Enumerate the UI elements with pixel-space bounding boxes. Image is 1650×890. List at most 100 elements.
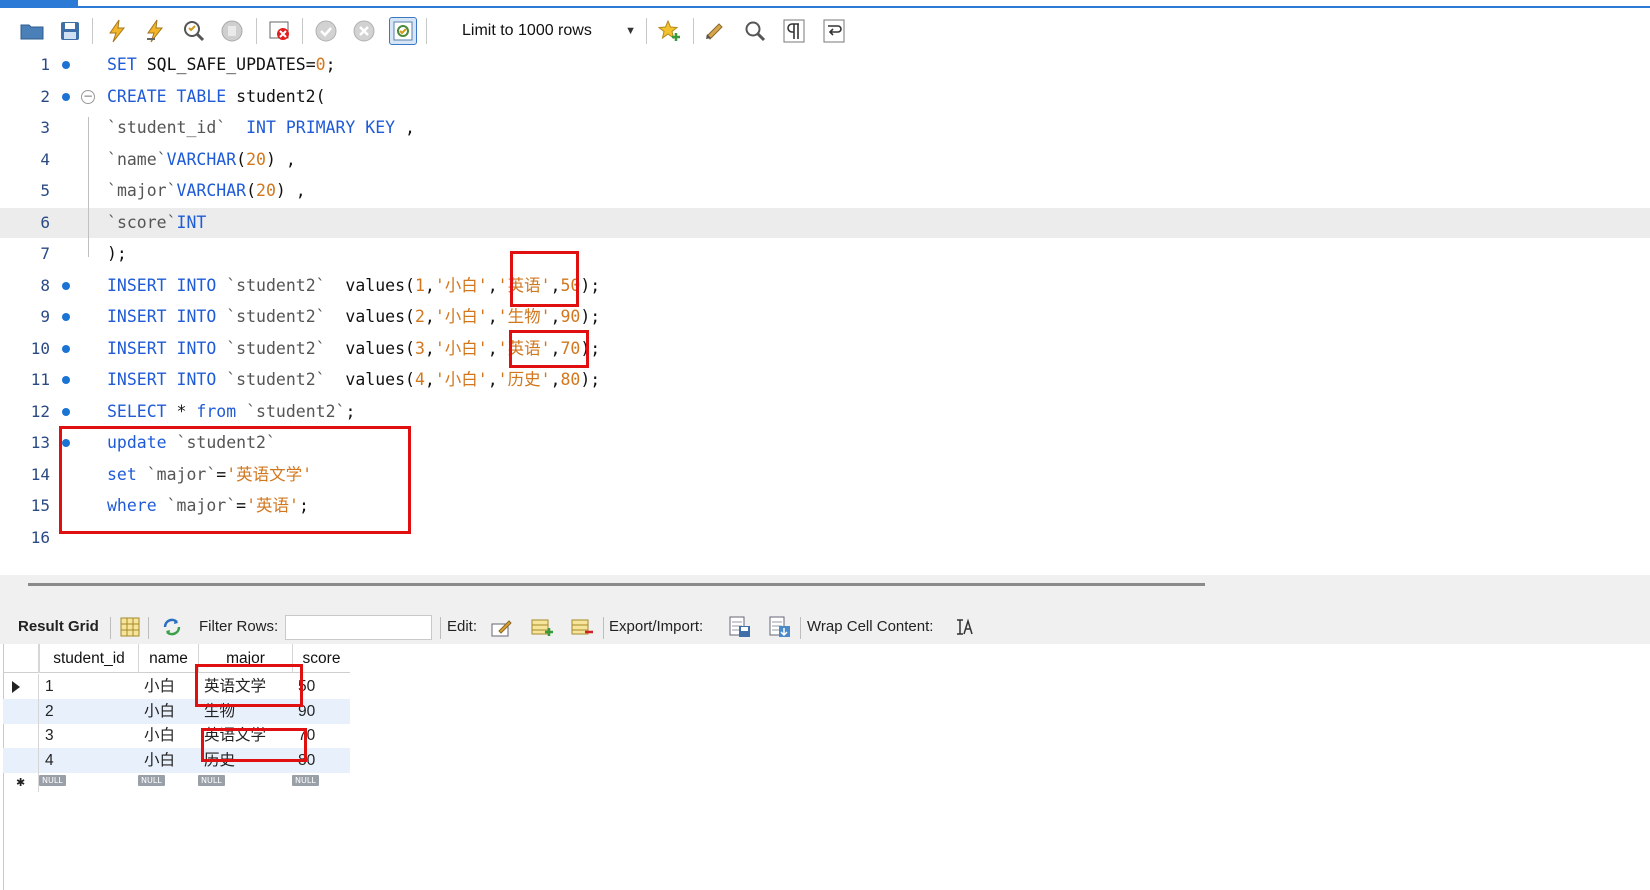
line-number: 6 xyxy=(40,212,50,232)
code-line[interactable]: 2 − CREATE TABLE student2( xyxy=(0,82,1650,112)
code-token: SELECT xyxy=(107,401,177,421)
code-token: ( xyxy=(236,149,247,169)
code-token: '小白' xyxy=(434,338,488,358)
code-text: SELECT * from `student2`; xyxy=(107,397,355,427)
fold-guide xyxy=(88,117,89,257)
code-token: `student2` xyxy=(226,307,326,326)
table-cell[interactable]: 小白 xyxy=(138,674,198,699)
fold-toggle-icon[interactable]: − xyxy=(81,89,95,104)
open-folder-icon[interactable] xyxy=(18,17,46,45)
code-token: ` xyxy=(107,149,117,169)
wrap-icon[interactable] xyxy=(820,17,848,45)
line-number: 12 xyxy=(30,401,50,421)
code-token: VARCHAR xyxy=(166,149,237,169)
panel-splitter[interactable] xyxy=(28,583,1205,586)
toolbar-separator xyxy=(256,18,257,44)
commit-icon[interactable] xyxy=(312,17,340,45)
export-import-label: Export/Import: xyxy=(609,618,704,635)
annotation-box-update-statement xyxy=(59,426,411,534)
line-number: 1 xyxy=(40,55,50,74)
execute-icon[interactable] xyxy=(103,17,131,45)
beautify-icon[interactable] xyxy=(702,17,730,45)
code-line[interactable]: 12 SELECT * from `student2`; xyxy=(0,397,1650,427)
statement-marker-icon xyxy=(62,92,70,101)
annotation-box-grid-row1-major xyxy=(195,664,303,707)
code-token: , xyxy=(424,307,435,326)
toolbar-separator xyxy=(800,617,801,639)
table-cell[interactable]: 小白 xyxy=(138,699,198,724)
code-token: INT xyxy=(176,212,207,232)
new-row-placeholder[interactable]: ✱ NULL NULL NULL NULL xyxy=(3,772,350,792)
code-token: `student2` xyxy=(226,370,326,389)
add-snippet-icon[interactable] xyxy=(656,17,684,45)
result-grid-tab[interactable]: Result Grid xyxy=(18,610,99,644)
refresh-icon[interactable] xyxy=(160,616,184,638)
row-header[interactable] xyxy=(3,747,39,773)
code-token: , xyxy=(424,338,435,358)
new-row-star-icon: ✱ xyxy=(16,777,26,789)
explain-icon[interactable] xyxy=(180,17,208,45)
stop-icon[interactable] xyxy=(218,17,246,45)
code-line[interactable]: 11 INSERT INTO `student2` values(4,'小白','… xyxy=(0,365,1650,395)
limit-rows-select[interactable]: Limit to 1000 rows ▼ xyxy=(462,19,638,43)
code-line[interactable]: 7); xyxy=(0,239,1650,269)
filter-rows-input[interactable] xyxy=(285,615,432,640)
code-token: 20 xyxy=(246,149,266,169)
edit-label: Edit: xyxy=(447,618,478,635)
column-header-name[interactable]: name xyxy=(138,644,198,673)
table-cell[interactable]: 4 xyxy=(39,748,138,773)
delete-row-icon[interactable] xyxy=(570,616,594,638)
code-line[interactable]: 5 `major`VARCHAR(20) , xyxy=(0,176,1650,206)
null-badge: NULL xyxy=(198,775,225,786)
code-text: `name`VARCHAR(20) , xyxy=(107,145,296,175)
code-token: INSERT INTO xyxy=(107,275,227,295)
null-badge: NULL xyxy=(138,775,165,786)
table-cell[interactable]: 小白 xyxy=(138,723,198,748)
code-line[interactable]: 3 `student_id` INT PRIMARY KEY , xyxy=(0,113,1650,143)
toggle-error-icon[interactable] xyxy=(266,17,294,45)
code-text: `student_id` INT PRIMARY KEY , xyxy=(107,113,415,143)
null-badge: NULL xyxy=(39,775,66,786)
table-cell[interactable]: 2 xyxy=(39,699,138,724)
grid-view-icon[interactable] xyxy=(118,616,142,638)
table-cell[interactable]: 小白 xyxy=(138,748,198,773)
find-icon[interactable] xyxy=(741,17,769,45)
code-line[interactable]: 10 INSERT INTO `student2` values(3,'小白','… xyxy=(0,334,1650,364)
code-token: , xyxy=(487,370,498,389)
code-token: INT PRIMARY KEY xyxy=(226,118,406,137)
code-token: SET xyxy=(107,55,147,74)
code-line[interactable]: 6 `score`INT xyxy=(0,207,1650,238)
edit-row-icon[interactable] xyxy=(490,616,514,638)
table-cell[interactable]: 3 xyxy=(39,723,138,748)
code-token: ( xyxy=(246,181,257,200)
code-line[interactable]: 4 `name`VARCHAR(20) , xyxy=(0,145,1650,175)
code-line[interactable]: 8 INSERT INTO `student2` values(1,'小白','英… xyxy=(0,271,1650,301)
code-token: `student2` xyxy=(226,338,326,358)
row-header[interactable] xyxy=(3,698,39,724)
insert-row-icon[interactable] xyxy=(530,616,554,638)
column-header-student-id[interactable]: student_id xyxy=(39,644,138,673)
save-icon[interactable] xyxy=(56,17,84,45)
import-icon[interactable] xyxy=(768,616,792,638)
export-icon[interactable] xyxy=(728,616,752,638)
row-header[interactable] xyxy=(3,674,39,699)
code-token: values( xyxy=(325,307,415,326)
code-token: INSERT INTO xyxy=(107,338,227,358)
statement-marker-icon xyxy=(62,344,70,353)
code-text: CREATE TABLE student2( xyxy=(107,82,326,112)
wrap-cell-toggle-icon[interactable] xyxy=(952,616,976,638)
code-line[interactable]: 1 SET SQL_SAFE_UPDATES=0; xyxy=(0,50,1650,80)
code-token: ) , xyxy=(275,181,306,200)
row-header[interactable]: ✱ xyxy=(3,772,39,792)
autocommit-icon[interactable] xyxy=(389,17,417,45)
code-line[interactable]: 9 INSERT INTO `student2` values(2,'小白','生… xyxy=(0,302,1650,332)
code-token: INSERT INTO xyxy=(107,370,227,389)
execute-current-icon[interactable] xyxy=(141,17,169,45)
code-token: , xyxy=(487,275,498,295)
code-token: major xyxy=(116,181,167,200)
invisible-chars-icon[interactable] xyxy=(780,17,808,45)
row-header[interactable] xyxy=(3,723,39,748)
rollback-icon[interactable] xyxy=(350,17,378,45)
code-token: , xyxy=(424,275,435,295)
table-cell[interactable]: 1 xyxy=(39,674,138,699)
